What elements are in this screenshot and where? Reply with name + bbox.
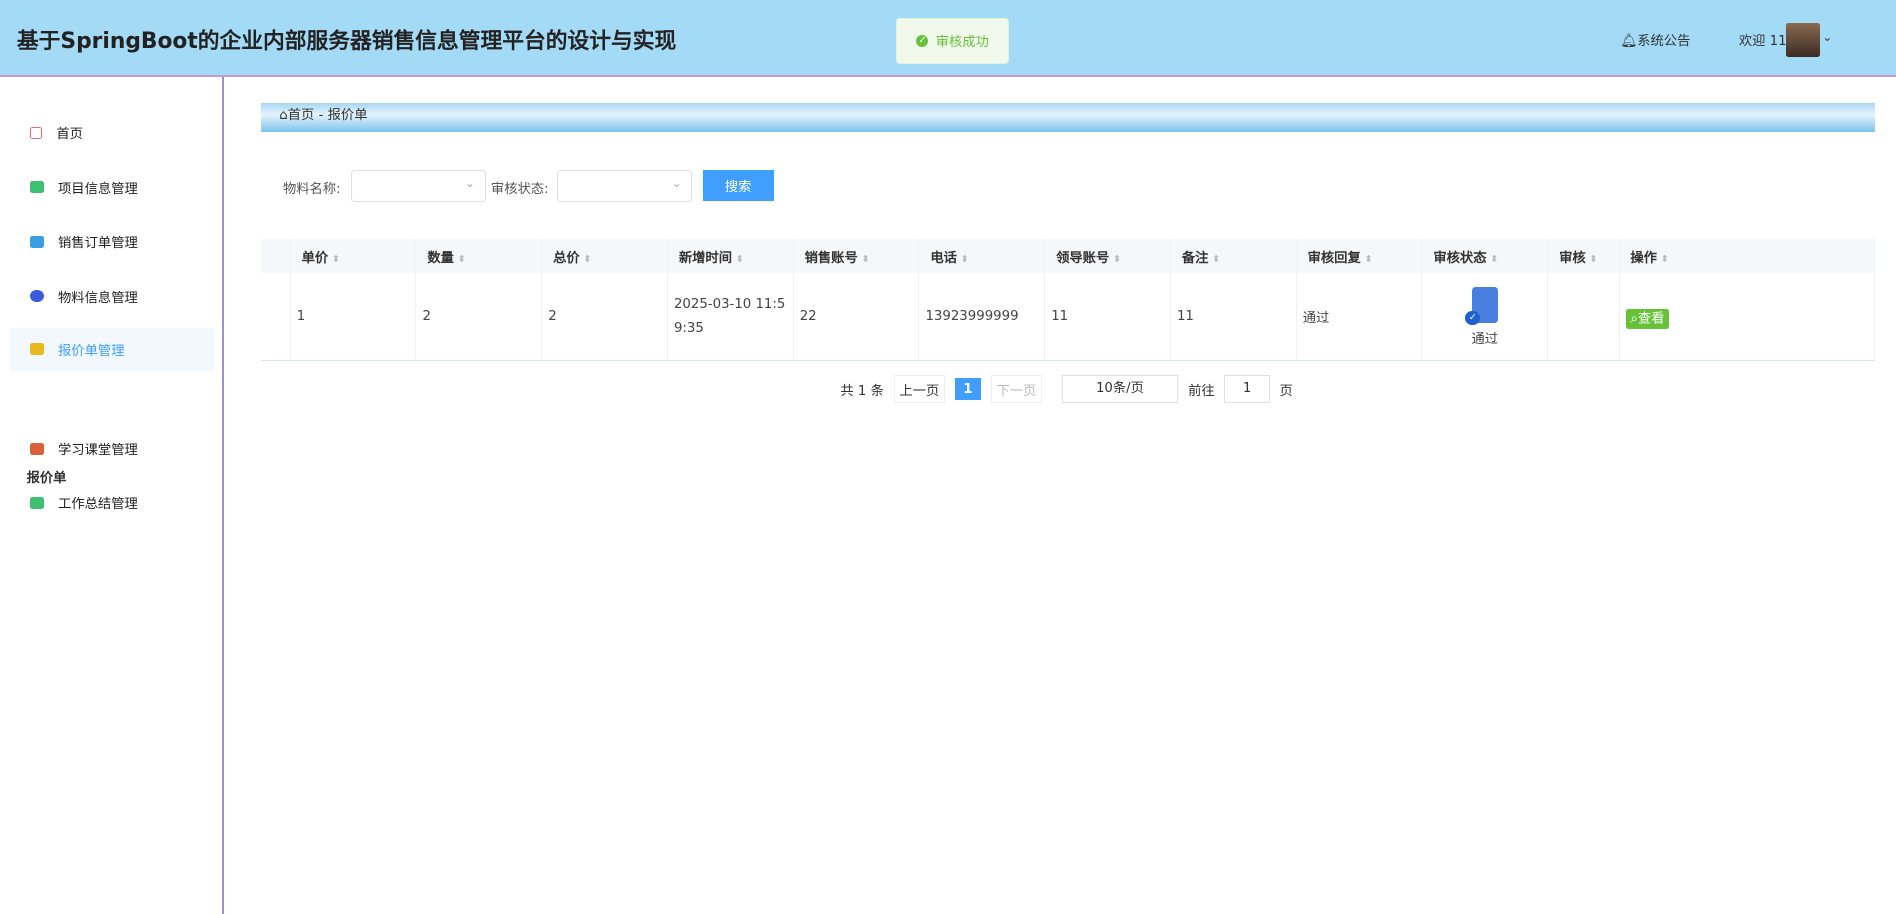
sort-icon: ⬍ bbox=[331, 253, 340, 265]
col-header[interactable]: 审核回复 ⬍ bbox=[1296, 239, 1423, 274]
label: 销售订单管理 bbox=[58, 236, 138, 252]
cell-action: ⌕查看 bbox=[1619, 273, 1876, 362]
goto-label: 前往 bbox=[1188, 383, 1215, 399]
col-header[interactable]: 备注 ⬍ bbox=[1170, 239, 1297, 274]
page-unit: 页 bbox=[1279, 383, 1293, 399]
table-header: 单价 ⬍ 数量 ⬍ 总价 ⬍ 新增时间 ⬍ 销售账号 ⬍ 电话 ⬍ 领导账号 ⬍ 备注 ⬍ 审核… bbox=[261, 239, 1876, 274]
search-icon: ⌕ bbox=[1630, 311, 1638, 327]
label: 项目信息管理 bbox=[58, 181, 138, 197]
order-icon bbox=[30, 235, 44, 248]
cell-reply: 通过 bbox=[1296, 273, 1423, 362]
col-header[interactable]: 单价 ⬍ bbox=[290, 239, 417, 274]
col-header[interactable]: 电话 ⬍ bbox=[918, 239, 1046, 274]
sidebar-item-project[interactable]: 项目信息管理 bbox=[10, 166, 214, 210]
cell-sales: 22 bbox=[793, 273, 920, 362]
breadcrumb-sep: - bbox=[318, 107, 324, 123]
sort-icon: ⬍ bbox=[960, 253, 969, 265]
pagination: 共 1 条 上一页 1 下一页 10条/页 前往 1 页 bbox=[840, 374, 1293, 404]
breadcrumb-home[interactable]: 首页 bbox=[288, 108, 315, 123]
check-icon: ✓ bbox=[916, 34, 929, 47]
chevron-down-icon: ⌄ bbox=[464, 176, 475, 191]
col-header[interactable]: 新增时间 ⬍ bbox=[667, 239, 794, 274]
breadcrumb: ⌂首页 - 报价单 bbox=[261, 102, 1876, 132]
col-header[interactable]: 销售账号 ⬍ bbox=[793, 239, 920, 274]
status-label: 审核状态: bbox=[490, 181, 549, 197]
sort-icon: ⬍ bbox=[457, 253, 466, 265]
sidebar-item-summary[interactable]: 工作总结管理 bbox=[10, 481, 214, 525]
quote-icon bbox=[30, 343, 44, 356]
sidebar-item-material[interactable]: 物料信息管理 bbox=[10, 274, 214, 318]
sort-icon: ⬍ bbox=[583, 253, 592, 265]
sort-icon: ⬍ bbox=[1660, 253, 1669, 265]
material-icon bbox=[30, 290, 44, 303]
chevron-down-icon: ⌄ bbox=[671, 176, 682, 191]
select-cell bbox=[261, 273, 291, 362]
cell-price: 1 bbox=[290, 273, 417, 362]
cell-total: 2 bbox=[541, 273, 668, 362]
bell-icon: 🔔︎ bbox=[1620, 34, 1638, 50]
label: 学习课堂管理 bbox=[58, 443, 138, 459]
col-header[interactable]: 审核状态 ⬍ bbox=[1421, 239, 1549, 274]
sidebar: 首页 项目信息管理 销售订单管理 物料信息管理 报价单管理 报价单 学习课堂管理… bbox=[0, 77, 225, 914]
col-header[interactable]: 操作 ⬍ bbox=[1619, 239, 1876, 274]
cell-leader: 11 bbox=[1044, 273, 1171, 362]
col-header[interactable]: 数量 ⬍ bbox=[415, 239, 543, 274]
summary-icon bbox=[30, 496, 44, 510]
next-page-button[interactable]: 下一页 bbox=[990, 375, 1043, 404]
notice-link[interactable]: 🔔︎系统公告 bbox=[1620, 30, 1690, 49]
welcome-text: 欢迎 11 bbox=[1738, 34, 1787, 50]
cell-time: 2025-03-10 11:59:35 bbox=[667, 273, 794, 362]
avatar[interactable] bbox=[1785, 22, 1820, 57]
status-select[interactable]: ⌄ bbox=[557, 170, 693, 202]
toast-text: 审核成功 bbox=[935, 35, 989, 51]
table-row: 1 2 2 2025-03-10 11:59:35 22 13923999999… bbox=[261, 273, 1876, 362]
label: 报价单管理 bbox=[58, 343, 125, 359]
sort-icon: ⬍ bbox=[861, 253, 870, 265]
sort-icon: ⬍ bbox=[735, 253, 744, 265]
sidebar-item-learning[interactable]: 学习课堂管理 bbox=[10, 427, 214, 471]
page-size-select[interactable]: 10条/页 bbox=[1061, 374, 1179, 404]
col-header[interactable]: 审核 ⬍ bbox=[1547, 239, 1620, 274]
sort-icon: ⬍ bbox=[1490, 253, 1499, 265]
label: 物料信息管理 bbox=[58, 290, 138, 306]
success-toast: ✓ 审核成功 bbox=[896, 18, 1010, 64]
page-1[interactable]: 1 bbox=[954, 378, 981, 401]
project-icon bbox=[30, 181, 44, 194]
chevron-down-icon[interactable]: ⌄ bbox=[1822, 30, 1832, 44]
sort-icon: ⬍ bbox=[1212, 253, 1221, 265]
approved-document-icon: ✓ bbox=[1465, 286, 1499, 326]
app-title: 基于SpringBoot的企业内部服务器销售信息管理平台的设计与实现 bbox=[16, 29, 677, 55]
sort-icon: ⬍ bbox=[1364, 253, 1373, 265]
sidebar-item-quote[interactable]: 报价单管理 bbox=[9, 327, 215, 372]
sort-icon: ⬍ bbox=[1589, 253, 1598, 265]
cell-audit bbox=[1547, 273, 1620, 362]
data-table: 单价 ⬍ 数量 ⬍ 总价 ⬍ 新增时间 ⬍ 销售账号 ⬍ 电话 ⬍ 领导账号 ⬍ 备注 ⬍ 审核… bbox=[261, 239, 1876, 362]
sidebar-item-home[interactable]: 首页 bbox=[10, 111, 214, 155]
home-icon: ⌂ bbox=[279, 107, 288, 123]
notice-label: 系统公告 bbox=[1637, 34, 1691, 50]
cell-status: ✓ 通过 bbox=[1421, 273, 1549, 362]
material-select[interactable]: ⌄ bbox=[350, 170, 486, 202]
status-text: 通过 bbox=[1471, 331, 1499, 347]
book-icon bbox=[30, 442, 44, 455]
select-col bbox=[261, 239, 291, 274]
label: 首页 bbox=[56, 127, 83, 143]
cell-qty: 2 bbox=[415, 273, 543, 362]
cell-phone: 13923999999 bbox=[918, 273, 1046, 362]
view-button[interactable]: ⌕查看 bbox=[1625, 308, 1670, 329]
prev-page-button[interactable]: 上一页 bbox=[893, 375, 946, 404]
search-button[interactable]: 搜索 bbox=[702, 170, 774, 201]
breadcrumb-current: 报价单 bbox=[327, 107, 368, 123]
col-header[interactable]: 领导账号 ⬍ bbox=[1044, 239, 1171, 274]
label: 工作总结管理 bbox=[58, 497, 138, 513]
home-icon bbox=[30, 127, 42, 139]
total-count: 共 1 条 bbox=[840, 383, 884, 399]
sidebar-item-sales-order[interactable]: 销售订单管理 bbox=[10, 220, 214, 264]
header: 基于SpringBoot的企业内部服务器销售信息管理平台的设计与实现 ✓ 审核成功… bbox=[0, 0, 1896, 77]
col-header[interactable]: 总价 ⬍ bbox=[541, 239, 668, 274]
cell-remark: 11 bbox=[1170, 273, 1297, 362]
goto-input[interactable]: 1 bbox=[1224, 374, 1270, 404]
sort-icon: ⬍ bbox=[1112, 253, 1121, 265]
material-label: 物料名称: bbox=[282, 181, 341, 197]
